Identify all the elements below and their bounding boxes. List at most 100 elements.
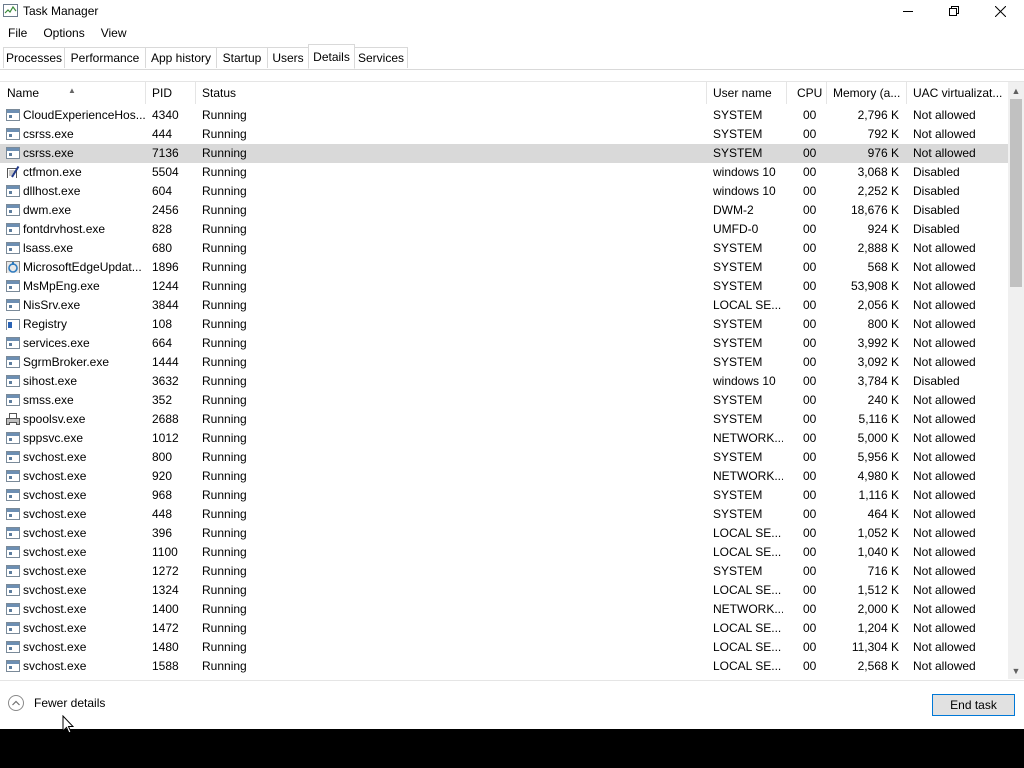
scroll-thumb[interactable]	[1010, 99, 1022, 287]
table-row[interactable]: svchost.exe 448 Running SYSTEM 00 464 K Not al…	[0, 505, 1008, 524]
tab-app-history[interactable]: App history	[145, 47, 217, 68]
table-row[interactable]: svchost.exe 1100 Running LOCAL SE... 00 1,040…	[0, 543, 1008, 562]
menu-file[interactable]: File	[0, 24, 35, 42]
details-table: Name ▲ PID Status User name CPU Memory (…	[0, 81, 1024, 679]
process-status: Running	[202, 260, 247, 274]
title-bar[interactable]: Task Manager	[0, 0, 1024, 22]
fewer-details-button[interactable]: Fewer details	[8, 695, 105, 711]
tab-startup[interactable]: Startup	[216, 47, 268, 68]
tab-processes[interactable]: Processes	[3, 47, 65, 68]
column-header-uac-virtualization[interactable]: UAC virtualizat...	[906, 82, 1008, 104]
vertical-scrollbar[interactable]: ▲ ▼	[1008, 82, 1024, 679]
table-row[interactable]: svchost.exe 1472 Running LOCAL SE... 00 1,204…	[0, 619, 1008, 638]
fewer-details-label: Fewer details	[34, 696, 106, 710]
process-name: spoolsv.exe	[23, 412, 86, 426]
column-header-pid[interactable]: PID	[145, 82, 196, 104]
restore-button[interactable]	[931, 0, 977, 22]
table-row[interactable]: svchost.exe 396 Running LOCAL SE... 00 1,052 …	[0, 524, 1008, 543]
table-row[interactable]: MsMpEng.exe 1244 Running SYSTEM 00 53,908 K No…	[0, 277, 1008, 296]
process-status: Running	[202, 298, 247, 312]
process-cpu: 00	[803, 526, 817, 540]
table-row[interactable]: svchost.exe 920 Running NETWORK... 00 4,980 K…	[0, 467, 1008, 486]
process-status: Running	[202, 146, 247, 160]
process-memory: 5,000 K	[857, 431, 899, 445]
table-row[interactable]: csrss.exe 444 Running SYSTEM 00 792 K Not allo…	[0, 125, 1008, 144]
process-uac-virtualization: Disabled	[913, 165, 960, 179]
sort-ascending-icon: ▲	[68, 86, 76, 95]
column-header-status[interactable]: Status	[195, 82, 707, 104]
table-row[interactable]: svchost.exe 1324 Running LOCAL SE... 00 1,512…	[0, 581, 1008, 600]
table-row[interactable]: CloudExperienceHos... 4340 Running SYSTEM 00…	[0, 106, 1008, 125]
process-uac-virtualization: Disabled	[913, 184, 960, 198]
process-name: NisSrv.exe	[23, 298, 81, 312]
table-row[interactable]: svchost.exe 968 Running SYSTEM 00 1,116 K Not …	[0, 486, 1008, 505]
table-row[interactable]: smss.exe 352 Running SYSTEM 00 240 K Not allow…	[0, 391, 1008, 410]
menu-options[interactable]: Options	[35, 24, 92, 42]
table-row[interactable]: sihost.exe 3632 Running windows 10 00 3,784 K…	[0, 372, 1008, 391]
process-uac-virtualization: Not allowed	[913, 659, 976, 673]
process-memory: 4,980 K	[857, 469, 899, 483]
process-pid: 1100	[152, 545, 178, 559]
table-row[interactable]: lsass.exe 680 Running SYSTEM 00 2,888 K Not al…	[0, 239, 1008, 258]
scroll-down-button[interactable]: ▼	[1008, 662, 1024, 679]
process-cpu: 00	[803, 469, 817, 483]
process-status: Running	[202, 108, 247, 122]
process-uac-virtualization: Not allowed	[913, 488, 976, 502]
table-row[interactable]: svchost.exe 1480 Running LOCAL SE... 00 11,30…	[0, 638, 1008, 657]
minimize-button[interactable]	[885, 0, 931, 22]
table-row[interactable]: SgrmBroker.exe 1444 Running SYSTEM 00 3,092 K…	[0, 353, 1008, 372]
process-pid: 800	[152, 450, 173, 464]
process-status: Running	[202, 127, 247, 141]
process-cpu: 00	[803, 450, 817, 464]
tab-users[interactable]: Users	[267, 47, 309, 68]
process-name: lsass.exe	[23, 241, 74, 255]
process-pid: 108	[152, 317, 173, 331]
table-row[interactable]: dwm.exe 2456 Running DWM-2 00 18,676 K Disable…	[0, 201, 1008, 220]
tab-services[interactable]: Services	[354, 47, 408, 68]
tab-details[interactable]: Details	[308, 44, 355, 69]
tab-performance[interactable]: Performance	[64, 47, 146, 68]
process-status: Running	[202, 488, 247, 502]
process-user-name: SYSTEM	[713, 450, 763, 464]
table-row[interactable]: svchost.exe 1400 Running NETWORK... 00 2,000 …	[0, 600, 1008, 619]
mouse-cursor-icon	[62, 715, 74, 734]
table-row[interactable]: Registry 108 Running SYSTEM 00 800 K Not allow…	[0, 315, 1008, 334]
column-header-cpu[interactable]: CPU	[786, 82, 827, 104]
process-name: svchost.exe	[23, 488, 87, 502]
process-pid: 1472	[152, 621, 179, 635]
end-task-button[interactable]: End task	[932, 694, 1015, 716]
process-icon	[6, 622, 20, 634]
process-user-name: NETWORK...	[713, 469, 783, 483]
table-row[interactable]: MicrosoftEdgeUpdat... 1896 Running SYSTEM 00…	[0, 258, 1008, 277]
column-header-name[interactable]: Name ▲	[0, 82, 146, 104]
process-user-name: SYSTEM	[713, 412, 763, 426]
table-row[interactable]: sppsvc.exe 1012 Running NETWORK... 00 5,000 K…	[0, 429, 1008, 448]
scroll-up-button[interactable]: ▲	[1008, 82, 1024, 99]
table-row[interactable]: csrss.exe 7136 Running SYSTEM 00 976 K Not all…	[0, 144, 1008, 163]
table-row[interactable]: services.exe 664 Running SYSTEM 00 3,992 K Not…	[0, 334, 1008, 353]
table-row[interactable]: ctfmon.exe 5504 Running windows 10 00 3,068 K…	[0, 163, 1008, 182]
table-row[interactable]: svchost.exe 1588 Running LOCAL SE... 00 2,568…	[0, 657, 1008, 676]
process-status: Running	[202, 431, 247, 445]
process-pid: 1480	[152, 640, 179, 654]
process-name: svchost.exe	[23, 640, 87, 654]
process-icon	[6, 584, 20, 596]
table-row[interactable]: svchost.exe 1272 Running SYSTEM 00 716 K Not a…	[0, 562, 1008, 581]
menu-view[interactable]: View	[93, 24, 135, 42]
process-cpu: 00	[803, 222, 817, 236]
table-row[interactable]: svchost.exe 800 Running SYSTEM 00 5,956 K Not …	[0, 448, 1008, 467]
close-button[interactable]	[977, 0, 1023, 22]
menu-bar: File Options View	[0, 24, 135, 42]
table-row[interactable]: NisSrv.exe 3844 Running LOCAL SE... 00 2,056 …	[0, 296, 1008, 315]
column-header-memory[interactable]: Memory (a...	[826, 82, 907, 104]
table-row[interactable]: fontdrvhost.exe 828 Running UMFD-0 00 924 K Di…	[0, 220, 1008, 239]
process-memory: 2,056 K	[857, 298, 899, 312]
column-header-user-name[interactable]: User name	[706, 82, 787, 104]
process-user-name: UMFD-0	[713, 222, 759, 236]
process-cpu: 00	[803, 108, 817, 122]
process-icon	[6, 242, 20, 254]
process-user-name: SYSTEM	[713, 393, 763, 407]
table-row[interactable]: dllhost.exe 604 Running windows 10 00 2,252 K…	[0, 182, 1008, 201]
process-uac-virtualization: Not allowed	[913, 507, 976, 521]
table-row[interactable]: spoolsv.exe 2688 Running SYSTEM 00 5,116 K Not…	[0, 410, 1008, 429]
